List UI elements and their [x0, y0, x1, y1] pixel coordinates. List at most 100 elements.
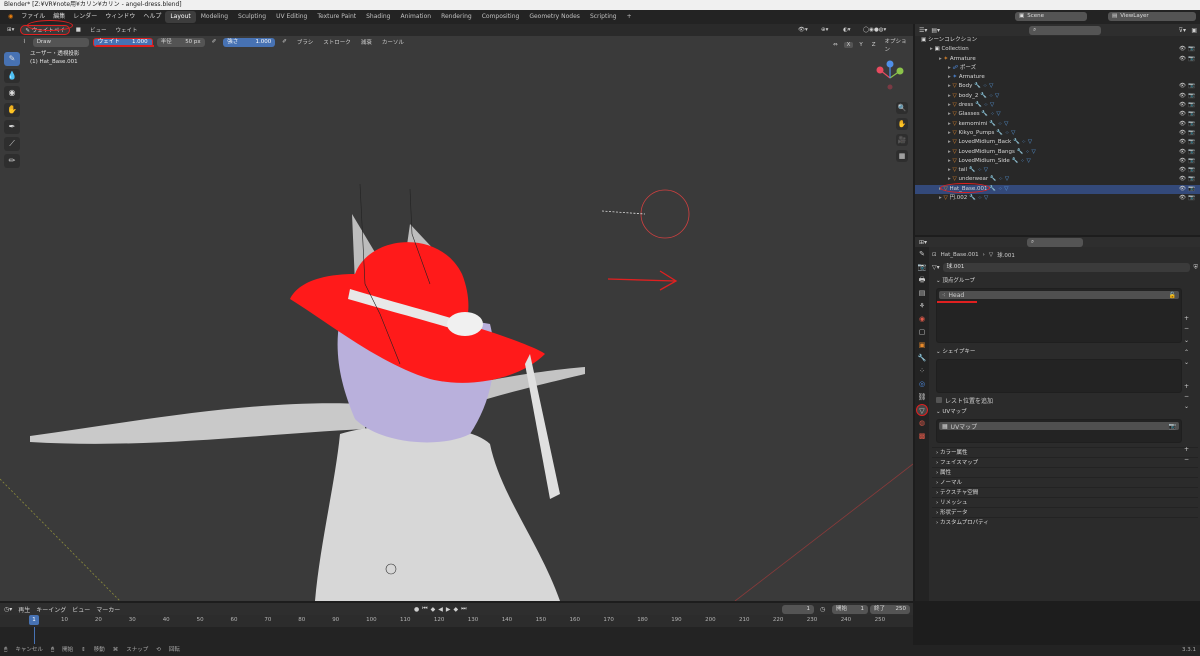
- playback-menu[interactable]: 再生: [18, 605, 30, 614]
- collapsed-panel-header[interactable]: › テクスチャ空間: [932, 487, 1198, 497]
- collapsed-panel-header[interactable]: › 形状データ: [932, 507, 1198, 517]
- modifier-icon[interactable]: 🔧 ⁘ ▽: [973, 102, 994, 108]
- visibility-eye-icon[interactable]: 👁: [1179, 138, 1186, 147]
- visibility-eye-icon[interactable]: 👁: [1179, 92, 1186, 101]
- workspace-tab-shading[interactable]: Shading: [361, 11, 395, 23]
- brush-menu[interactable]: ブラシ: [294, 38, 316, 46]
- strength-field[interactable]: 強さ 1.000: [223, 37, 276, 47]
- play-icon[interactable]: ▶: [446, 606, 451, 613]
- render-camera-icon[interactable]: 📷: [1188, 175, 1195, 184]
- pressure-strength-icon[interactable]: ✐: [279, 39, 290, 45]
- visibility-eye-icon[interactable]: 👁: [1179, 166, 1186, 175]
- output-tab-icon[interactable]: 🖶: [916, 274, 928, 286]
- gradient-tool-icon[interactable]: ⟋: [4, 137, 20, 151]
- modifier-icon[interactable]: 🔧 ⁘ ▽: [967, 167, 988, 173]
- collapsed-panel-header[interactable]: › ノーマル: [932, 477, 1198, 487]
- outliner-row[interactable]: ▸ ▽ LovedMidium_Bangs 🔧 ⁘ ▽ 👁 📷: [915, 148, 1200, 157]
- playhead-marker[interactable]: 1: [29, 615, 39, 625]
- view-layer-selector[interactable]: ▤ ViewLayer: [1108, 12, 1196, 21]
- particles-tab-icon[interactable]: ⁘: [916, 365, 928, 377]
- axis-y-toggle[interactable]: Y: [856, 42, 865, 48]
- falloff-menu[interactable]: 減衰: [358, 38, 375, 46]
- modifier-tab-icon[interactable]: 🔧: [916, 352, 928, 364]
- render-camera-icon[interactable]: 📷: [1188, 129, 1195, 138]
- menu-render[interactable]: レンダー: [69, 10, 101, 24]
- outliner-row[interactable]: ▸ ▽ 円.002 🔧 ⁘ ▽ 👁 📷: [915, 194, 1200, 203]
- axis-z-toggle[interactable]: Z: [869, 42, 879, 48]
- zoom-icon[interactable]: 🔍: [896, 102, 908, 114]
- mesh-data-tab-icon[interactable]: ▽: [916, 404, 928, 416]
- modifier-icon[interactable]: 🔧 ⁘ ▽: [1011, 139, 1032, 145]
- vertex-group-item[interactable]: ⁖ Head 🔓: [939, 291, 1179, 299]
- properties-search-input[interactable]: ⌕: [1027, 237, 1084, 247]
- modifier-icon[interactable]: 🔧 ⁘ ▽: [1010, 158, 1030, 164]
- y-axis-handle[interactable]: [896, 67, 904, 75]
- workspace-tab-geometry-nodes[interactable]: Geometry Nodes: [524, 11, 585, 23]
- new-collection-icon[interactable]: ▣: [1191, 27, 1197, 34]
- outliner-row[interactable]: ▸ ▽ body_2 🔧 ⁘ ▽ 👁 📷: [915, 92, 1200, 101]
- render-camera-icon[interactable]: 📷: [1188, 82, 1195, 91]
- outliner-editor-icon[interactable]: ☰▾: [919, 27, 927, 34]
- texture-tab-icon[interactable]: ▩: [916, 430, 928, 442]
- blender-logo-icon[interactable]: ◉: [4, 10, 17, 24]
- timeline-editor-icon[interactable]: ◷▾: [4, 606, 12, 613]
- constraints-tab-icon[interactable]: ⛓: [916, 391, 928, 403]
- outliner-row[interactable]: ▸ ▽ Kikyo_Pumps 🔧 ⁘ ▽ 👁 📷: [915, 129, 1200, 138]
- mirror-icon[interactable]: ⇔: [830, 42, 841, 48]
- move-up-icon[interactable]: ⌃: [1184, 348, 1194, 358]
- visibility-eye-icon[interactable]: 👁: [1179, 175, 1186, 184]
- filter-icon[interactable]: ⊽▾: [1179, 27, 1186, 34]
- menu-help[interactable]: ヘルプ: [139, 10, 165, 24]
- add-uv-map-button[interactable]: +: [1184, 445, 1194, 455]
- 3d-viewport[interactable]: ⊞▾ ✎ ウェイトペイ ■ ビュー ウェイト 👁▾ ⊕▾ ◐▾ ◯◉●◍▾ ⌇ …: [0, 24, 913, 601]
- editor-type-icon[interactable]: ⊞▾: [4, 27, 17, 33]
- average-tool-icon[interactable]: ◉: [4, 86, 20, 100]
- current-frame-field[interactable]: 1: [782, 604, 814, 614]
- outliner-row[interactable]: ▸ ▽ kemomimi 🔧 ⁘ ▽ 👁 📷: [915, 120, 1200, 129]
- tool-tab-icon[interactable]: ✎: [916, 248, 928, 260]
- workspace-tab-compositing[interactable]: Compositing: [477, 11, 525, 23]
- collapsed-panel-header[interactable]: › フェイスマップ: [932, 457, 1198, 467]
- blur-tool-icon[interactable]: 💧: [4, 69, 20, 83]
- outliner-row[interactable]: ▸ ✶ Armature 👁 📷: [915, 55, 1200, 64]
- render-camera-icon[interactable]: 📷: [1188, 185, 1195, 194]
- render-camera-icon[interactable]: 📷: [1188, 92, 1195, 101]
- workspace-tab-sculpting[interactable]: Sculpting: [233, 11, 271, 23]
- uv-map-item[interactable]: ▦ UVマップ 📷: [939, 422, 1179, 431]
- add-shape-key-button[interactable]: +: [1184, 382, 1194, 392]
- visibility-eye-icon[interactable]: 👁: [1179, 148, 1186, 157]
- outliner-row[interactable]: ▸ ✶ Armature: [915, 73, 1200, 82]
- visibility-eye-icon[interactable]: 👁: [1179, 194, 1186, 203]
- outliner-row[interactable]: ▸ ▽ LovedMidium_Side 🔧 ⁘ ▽ 👁 📷: [915, 157, 1200, 166]
- outliner-search-input[interactable]: ⌕: [1029, 25, 1102, 35]
- material-tab-icon[interactable]: ◍: [916, 417, 928, 429]
- render-camera-icon[interactable]: 📷: [1188, 157, 1195, 166]
- pan-hand-icon[interactable]: ✋: [896, 118, 908, 130]
- modifier-icon[interactable]: 🔧 ⁘ ▽: [978, 93, 999, 99]
- shape-keys-list[interactable]: [936, 359, 1182, 393]
- render-camera-icon[interactable]: 📷: [1188, 55, 1195, 64]
- vertex-groups-list[interactable]: ⁖ Head 🔓: [936, 288, 1182, 343]
- overlay-toggle-icon[interactable]: ◐▾: [840, 27, 854, 33]
- axis-x-toggle[interactable]: X: [843, 42, 854, 48]
- render-camera-icon[interactable]: 📷: [1188, 101, 1195, 110]
- modifier-icon[interactable]: 🔧 ⁘ ▽: [972, 83, 993, 89]
- outliner-row[interactable]: ▸ ▽ dress 🔧 ⁘ ▽ 👁 📷: [915, 101, 1200, 110]
- jump-end-icon[interactable]: ⏭: [461, 605, 466, 613]
- render-camera-icon[interactable]: 📷: [1188, 110, 1195, 119]
- preview-range-icon[interactable]: ◷: [820, 606, 825, 613]
- next-keyframe-icon[interactable]: ◆: [454, 606, 459, 613]
- stroke-menu[interactable]: ストローク: [320, 38, 354, 46]
- outliner-row[interactable]: ▸ ▽ Body 🔧 ⁘ ▽ 👁 📷: [915, 82, 1200, 91]
- physics-tab-icon[interactable]: ◎: [916, 378, 928, 390]
- keying-menu[interactable]: キーイング: [36, 605, 66, 614]
- collapsed-panel-header[interactable]: › カラー属性: [932, 447, 1198, 457]
- timeline-view-menu[interactable]: ビュー: [72, 605, 90, 614]
- cursor-menu[interactable]: カーソル: [379, 38, 407, 46]
- lock-icon[interactable]: 🔓: [1169, 292, 1176, 299]
- annotate-tool-icon[interactable]: ✏: [4, 154, 20, 168]
- shape-key-specials-icon[interactable]: ⌄: [1184, 402, 1194, 412]
- collapsed-panel-header[interactable]: › 属性: [932, 467, 1198, 477]
- render-camera-icon[interactable]: 📷: [1188, 45, 1195, 54]
- visibility-eye-icon[interactable]: 👁: [1179, 120, 1186, 129]
